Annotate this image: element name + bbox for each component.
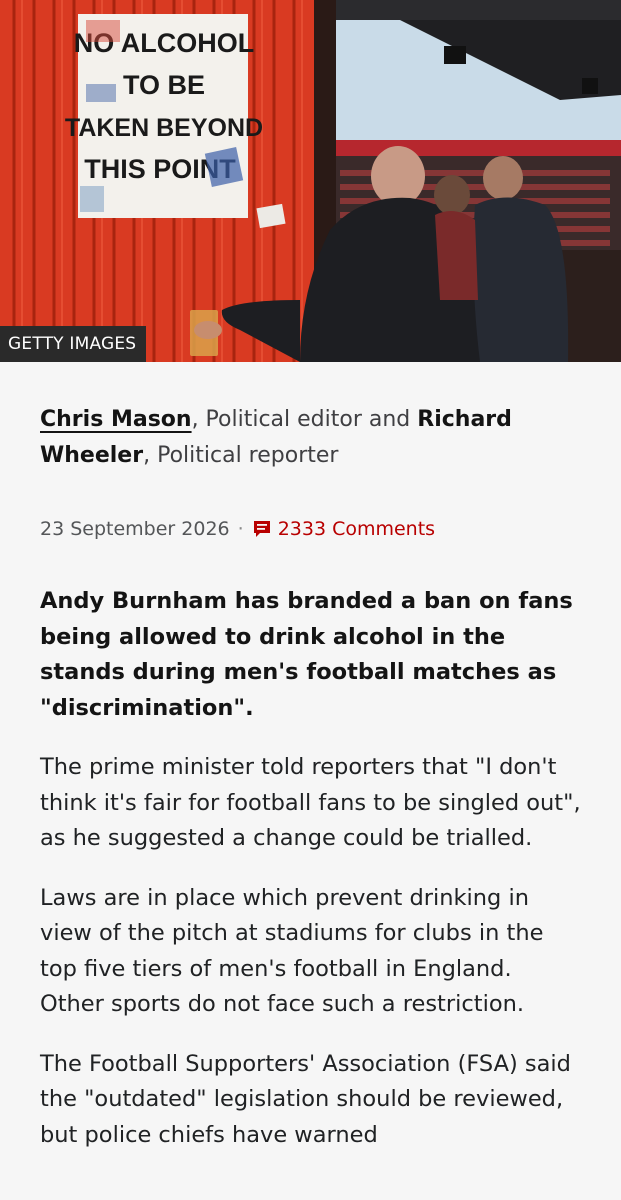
comments-link[interactable]: 2333 Comments [252,518,435,540]
author-role: , Political editor and [191,407,418,432]
author-role: , Political reporter [143,443,339,468]
article: Chris Mason, Political editor and Richar… [0,402,621,1153]
byline: Chris Mason, Political editor and Richar… [40,402,581,474]
comments-count: 2333 Comments [277,518,436,540]
sign-line-2: TO BE [123,70,205,100]
separator: · [237,518,244,540]
author-link[interactable]: Chris Mason [40,407,192,432]
article-meta: 23 September 2026 · 2333 Comments [40,514,581,544]
article-paragraph: The prime minister told reporters that "… [40,754,581,851]
stadium-photo: NO ALCOHOL TO BE TAKEN BEYOND THIS POINT [0,0,621,362]
hero-image: NO ALCOHOL TO BE TAKEN BEYOND THIS POINT… [0,0,621,362]
image-credit: GETTY IMAGES [0,326,147,362]
article-paragraph: Laws are in place which prevent drinking… [40,884,544,1018]
sign-line-3: TAKEN BEYOND [65,114,263,142]
article-paragraph: The Football Supporters' Association (FS… [40,1050,571,1148]
article-lead: Andy Burnham has branded a ban on fans b… [40,588,573,721]
comment-icon [253,521,270,537]
publish-date: 23 September 2026 [40,518,230,540]
